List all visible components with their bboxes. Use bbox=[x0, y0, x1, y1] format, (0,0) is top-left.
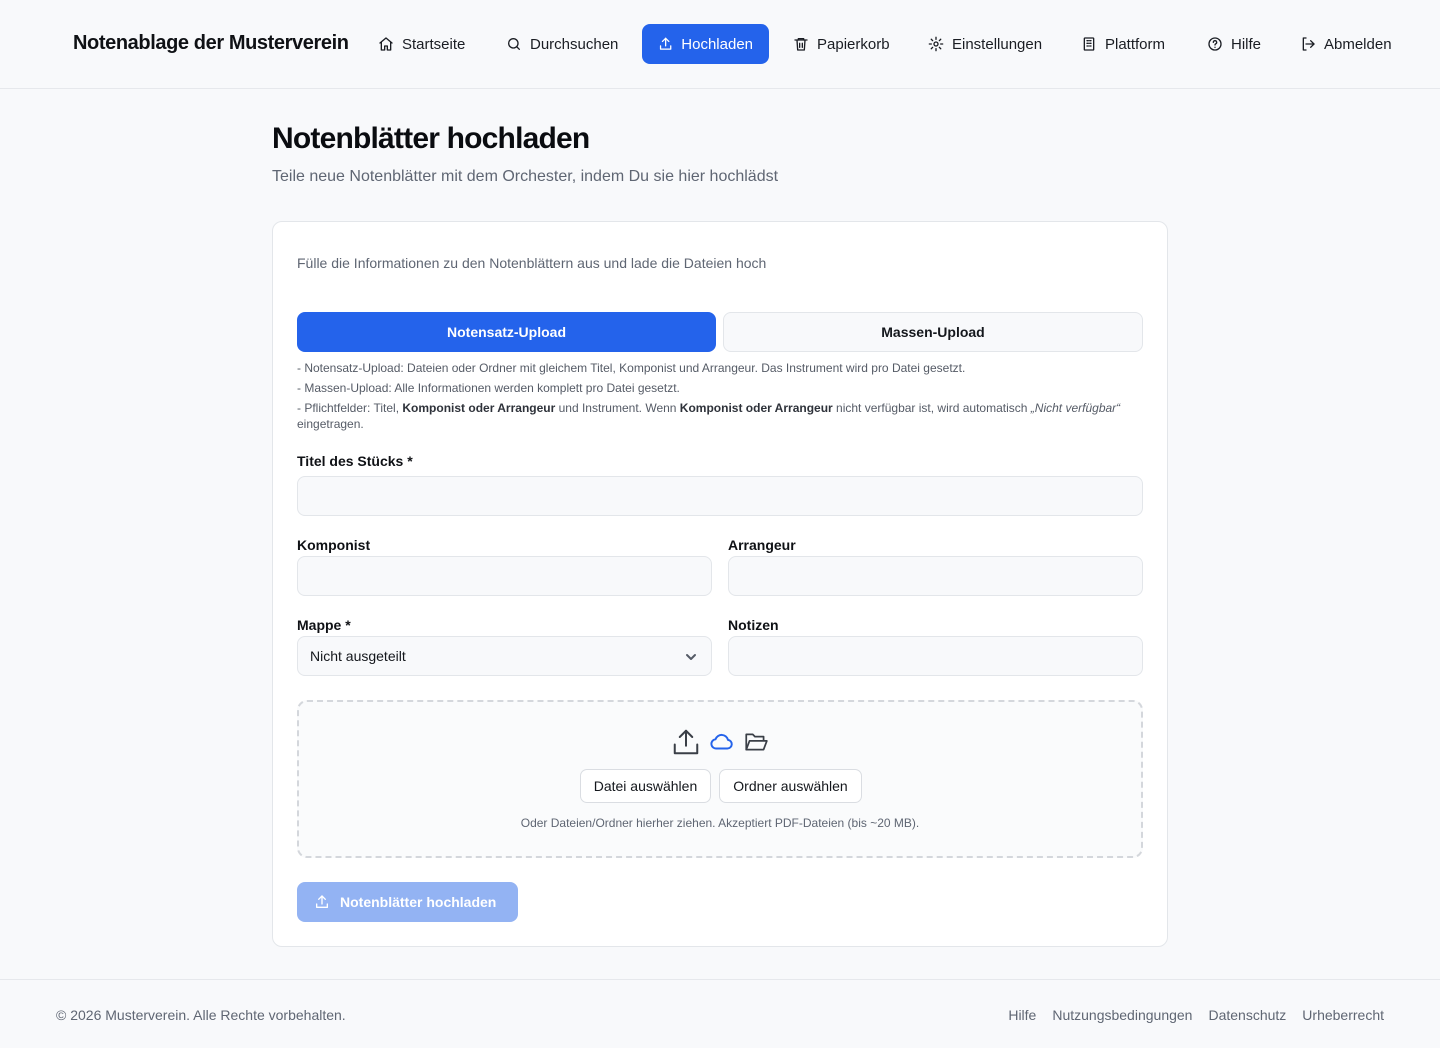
nav-label: Plattform bbox=[1105, 35, 1166, 53]
brand-title[interactable]: Notenablage der Musterverein bbox=[73, 32, 349, 55]
tab-notensatz-upload[interactable]: Notensatz-Upload bbox=[297, 312, 716, 352]
nav-label: Durchsuchen bbox=[530, 35, 619, 53]
nav-label: Hilfe bbox=[1231, 35, 1262, 53]
notes-label: Notizen bbox=[728, 617, 779, 633]
upload-icon bbox=[659, 37, 672, 50]
note-line: - Notensatz-Upload: Dateien oder Ordner … bbox=[297, 361, 966, 375]
folder-label: Mappe * bbox=[297, 617, 351, 633]
footer-links: Hilfe Nutzungsbedingungen Datenschutz Ur… bbox=[1008, 1007, 1384, 1023]
nav-plattform[interactable]: Plattform bbox=[1065, 24, 1181, 64]
help-circle-icon bbox=[1208, 37, 1222, 51]
composer-input[interactable] bbox=[297, 556, 712, 596]
page-subtitle: Teile neue Notenblätter mit dem Orcheste… bbox=[272, 168, 779, 185]
search-icon bbox=[508, 38, 520, 50]
arranger-label: Arrangeur bbox=[728, 537, 796, 553]
footer-link-hilfe[interactable]: Hilfe bbox=[1008, 1007, 1036, 1023]
nav-label: Hochladen bbox=[681, 35, 753, 53]
upload-icon bbox=[673, 729, 699, 755]
nav-hilfe[interactable]: Hilfe bbox=[1191, 24, 1277, 64]
nav-einstellungen[interactable]: Einstellungen bbox=[912, 24, 1058, 64]
footer-link-nutzungsbedingungen[interactable]: Nutzungsbedingungen bbox=[1052, 1007, 1192, 1023]
building-icon bbox=[1083, 37, 1095, 51]
top-navigation-bar: Notenablage der Musterverein Startseite … bbox=[0, 0, 1440, 89]
trash-icon bbox=[794, 38, 808, 51]
nav-label: Abmelden bbox=[1324, 35, 1392, 53]
nav-label: Einstellungen bbox=[952, 35, 1043, 53]
card-description: Fülle die Informationen zu den Notenblät… bbox=[297, 255, 767, 271]
copyright-text: © 2026 Musterverein. Alle Rechte vorbeha… bbox=[56, 1007, 346, 1023]
nav-durchsuchen[interactable]: Durchsuchen bbox=[490, 24, 634, 64]
nav-startseite[interactable]: Startseite bbox=[362, 24, 481, 64]
home-icon bbox=[379, 37, 393, 51]
upload-icon bbox=[316, 895, 328, 908]
submit-label: Notenblätter hochladen bbox=[340, 894, 497, 910]
title-input[interactable] bbox=[297, 476, 1143, 516]
nav-papierkorb[interactable]: Papierkorb bbox=[777, 24, 906, 64]
cloud-icon bbox=[710, 733, 733, 750]
tab-massen-upload[interactable]: Massen-Upload bbox=[723, 312, 1143, 352]
dropzone-hint: Oder Dateien/Ordner hierher ziehen. Akze… bbox=[520, 816, 920, 830]
arranger-input[interactable] bbox=[728, 556, 1143, 596]
note-line: - Massen-Upload: Alle Informationen werd… bbox=[297, 381, 680, 395]
file-dropzone[interactable]: Datei auswählen Ordner auswählen Oder Da… bbox=[297, 700, 1143, 858]
note-line: - Pflichtfelder: Titel, Komponist oder A… bbox=[297, 401, 1121, 431]
logout-icon bbox=[1302, 37, 1315, 51]
title-label: Titel des Stücks * bbox=[297, 453, 413, 469]
dropzone-icons bbox=[299, 727, 1141, 757]
nav-label: Startseite bbox=[402, 35, 466, 53]
gear-icon bbox=[928, 36, 944, 52]
select-folder-button[interactable]: Ordner auswählen bbox=[719, 769, 862, 803]
folder-open-icon bbox=[745, 733, 768, 751]
footer-link-urheberrecht[interactable]: Urheberrecht bbox=[1302, 1007, 1384, 1023]
chevron-down-icon bbox=[686, 654, 696, 660]
folder-select[interactable]: Nicht ausgeteilt bbox=[297, 636, 712, 676]
page-footer: © 2026 Musterverein. Alle Rechte vorbeha… bbox=[0, 979, 1440, 1048]
upload-form-card: Fülle die Informationen zu den Notenblät… bbox=[272, 221, 1168, 947]
nav-label: Papierkorb bbox=[817, 35, 890, 53]
composer-label: Komponist bbox=[297, 537, 371, 553]
footer-link-datenschutz[interactable]: Datenschutz bbox=[1208, 1007, 1286, 1023]
upload-submit-button[interactable]: Notenblätter hochladen bbox=[297, 882, 518, 922]
nav-abmelden[interactable]: Abmelden bbox=[1284, 24, 1408, 64]
upload-mode-notes: - Notensatz-Upload: Dateien oder Ordner … bbox=[297, 360, 1143, 436]
notes-input[interactable] bbox=[728, 636, 1143, 676]
nav-hochladen[interactable]: Hochladen bbox=[642, 24, 769, 64]
page-title: Notenblätter hochladen bbox=[272, 122, 590, 155]
select-file-button[interactable]: Datei auswählen bbox=[580, 769, 711, 803]
folder-select-value: Nicht ausgeteilt bbox=[310, 648, 406, 664]
